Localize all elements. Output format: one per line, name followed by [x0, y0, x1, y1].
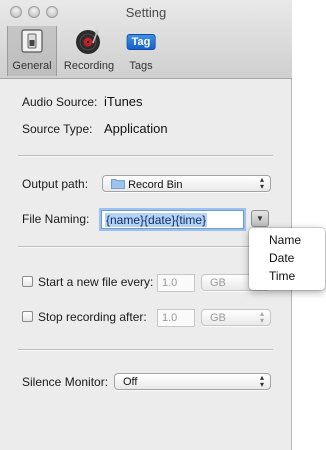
menu-item-name[interactable]: Name: [269, 233, 301, 247]
record-disc-icon: [75, 29, 103, 58]
switch-icon: [21, 29, 43, 56]
divider: [18, 155, 273, 157]
audio-source-value: iTunes: [104, 94, 143, 109]
audio-source-label: Audio Source:: [22, 95, 98, 109]
file-naming-value: {name}{date}{time}: [105, 213, 208, 227]
output-path-popup[interactable]: Record Bin ▴ ▾: [102, 175, 271, 192]
output-path-value: Record Bin: [128, 179, 183, 191]
new-file-size-field[interactable]: 1.0: [157, 274, 195, 292]
source-type-value: Application: [104, 121, 168, 136]
popup-arrows-icon: ▴▾: [259, 373, 264, 389]
settings-window: Setting General Recording Tag Tags Audio…: [0, 0, 292, 450]
silence-monitor-popup[interactable]: Off ▴ ▾: [114, 373, 271, 390]
stop-recording-unit-value: GB: [210, 312, 226, 324]
new-file-size-value: 1.0: [162, 277, 178, 289]
tag-icon: Tag: [126, 34, 156, 50]
toolbar-tags-label: Tags: [129, 60, 153, 72]
output-path-label: Output path:: [22, 177, 89, 191]
silence-monitor-label: Silence Monitor:: [22, 375, 109, 389]
triangle-down-icon: ▼: [256, 214, 264, 223]
divider: [18, 246, 273, 248]
window-title: Setting: [125, 5, 167, 20]
menu-item-date[interactable]: Date: [269, 251, 294, 265]
new-file-unit-value: GB: [210, 277, 226, 289]
new-file-label: Start a new file every:: [38, 275, 154, 289]
silence-monitor-value: Off: [123, 376, 138, 388]
toolbar-recording-label: Recording: [63, 60, 115, 72]
toolbar-recording[interactable]: Recording: [59, 26, 119, 76]
folder-icon: [111, 179, 125, 189]
menu-item-time[interactable]: Time: [269, 269, 295, 283]
file-naming-field[interactable]: {name}{date}{time}: [101, 210, 244, 229]
stop-recording-checkbox[interactable]: [22, 311, 33, 322]
stop-recording-size-field[interactable]: 1.0: [157, 309, 195, 327]
toolbar-general-label: General: [12, 60, 52, 72]
stop-recording-unit-popup[interactable]: GB ▴ ▾: [201, 309, 271, 326]
naming-token-menu: Name Date Time: [249, 228, 325, 290]
toolbar-tags[interactable]: Tag Tags: [121, 26, 161, 76]
naming-token-dropdown-button[interactable]: ▼: [251, 210, 269, 227]
new-file-checkbox[interactable]: [22, 276, 33, 287]
stop-recording-size-value: 1.0: [162, 312, 178, 324]
toolbar-general[interactable]: General: [7, 26, 57, 76]
divider: [18, 349, 273, 351]
file-naming-label: File Naming:: [22, 212, 90, 226]
source-type-label: Source Type:: [22, 122, 93, 136]
toolbar: Setting General Recording Tag Tags: [0, 0, 292, 79]
popup-arrows-icon: ▴▾: [259, 309, 264, 325]
popup-arrows-icon: ▴▾: [259, 175, 264, 191]
stop-recording-label: Stop recording after:: [38, 310, 147, 324]
tag-badge: Tag: [126, 34, 156, 50]
